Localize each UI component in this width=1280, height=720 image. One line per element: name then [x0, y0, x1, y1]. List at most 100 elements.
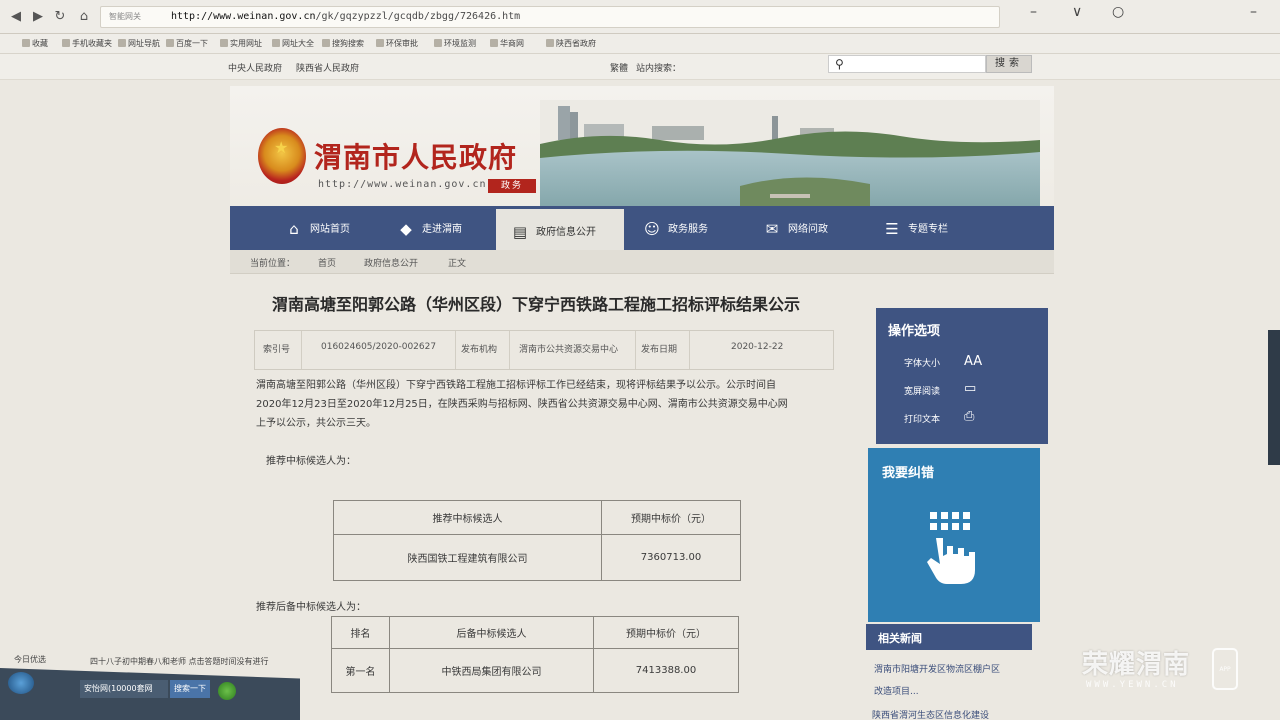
fav-item[interactable]: 陕西省政府	[546, 38, 596, 49]
minimize-icon[interactable]: –	[1030, 4, 1037, 20]
table-header: 排名	[331, 616, 390, 649]
nav-special-topics[interactable]: ☰ 专题专栏	[882, 206, 948, 252]
printer-icon[interactable]: ⎙	[964, 409, 974, 424]
link-shaanxi-gov[interactable]: 陕西省人民政府	[296, 61, 359, 74]
taskbar-item[interactable]: 安怡网(10000套网	[80, 680, 168, 698]
star-icon	[22, 39, 30, 47]
forward-icon[interactable]: ▶	[30, 9, 46, 25]
news-item[interactable]: 改造项目...	[874, 684, 919, 697]
browser-app-icon[interactable]	[218, 682, 236, 700]
chat-icon: ✉	[765, 220, 779, 238]
link-icon	[376, 39, 384, 47]
link-central-gov[interactable]: 中央人民政府	[228, 61, 282, 74]
fav-item[interactable]: 收藏	[22, 38, 48, 49]
operations-title: 操作选项	[888, 324, 941, 339]
favorites-bar: 收藏 手机收藏夹 网址导航 百度一下 实用网址 网址大全 搜狗搜索 环保审批 环…	[0, 34, 1280, 54]
link-icon	[322, 39, 330, 47]
org-label: 发布机构	[461, 345, 498, 355]
watermark-url: WWW.YEWN.CN	[1086, 680, 1179, 690]
fav-item[interactable]: 百度一下	[166, 38, 208, 49]
article-body: 渭南高塘至阳郭公路（华州区段）下穿宁西铁路工程施工招标评标工作已经结束，现将评标…	[256, 376, 836, 433]
nav-home[interactable]: ⌂ 网站首页	[284, 206, 350, 252]
article-meta: 索引号 016024605/2020-002627 发布机构 渭南市公共资源交易…	[254, 330, 834, 370]
link-icon	[166, 39, 174, 47]
breadcrumb-current: 正文	[448, 259, 467, 269]
news-item[interactable]: 陕西省渭河生态区信息化建设	[872, 708, 989, 720]
home-icon: ⌂	[289, 220, 299, 238]
table-header: 预期中标价（元）	[601, 500, 741, 535]
fav-item[interactable]: 环保审批	[376, 38, 418, 49]
fav-item[interactable]: 手机收藏夹	[62, 38, 112, 49]
taskbar-item[interactable]: 搜索一下	[170, 680, 210, 698]
hand-tap-icon[interactable]	[922, 508, 982, 588]
breadcrumb-gov-info[interactable]: 政府信息公开	[364, 256, 418, 269]
breadcrumb: 当前位置： 首页 政府信息公开 正文	[230, 250, 1054, 274]
fav-item[interactable]: 网址大全	[272, 38, 314, 49]
search-input[interactable]: ⚲	[828, 55, 986, 73]
nav-about-weinan[interactable]: ◆ 走进渭南	[396, 206, 462, 252]
error-report-title: 我要纠错	[882, 466, 935, 481]
nav-gov-info[interactable]: ▤ 政府信息公开	[496, 206, 624, 252]
widescreen-option[interactable]: 宽屏阅读	[904, 384, 940, 397]
menu-icon[interactable]: ○	[1112, 4, 1124, 20]
site-title: 渭南市人民政府	[314, 141, 518, 174]
link-icon	[434, 39, 442, 47]
search-icon: ⚲	[835, 57, 844, 71]
nav-online-inquiry[interactable]: ✉ 网络问政	[762, 206, 828, 252]
nav-gov-service[interactable]: ☺ 政务服务	[642, 206, 708, 252]
table-cell: 7413388.00	[593, 648, 739, 693]
table-row: 第一名 中铁西局集团有限公司 7413388.00	[331, 648, 739, 693]
fav-item[interactable]: 环境监测	[434, 38, 476, 49]
window-minimize-icon[interactable]: –	[1250, 4, 1257, 20]
table-header: 推荐中标候选人	[333, 500, 602, 535]
search-button[interactable]: 搜索	[986, 55, 1032, 73]
article-title: 渭南高塘至阳郭公路（华州区段）下穿宁西铁路工程施工招标评标结果公示	[272, 295, 801, 314]
org-value: 渭南市公共资源交易中心	[519, 345, 619, 355]
fav-item[interactable]: 网址导航	[118, 38, 160, 49]
home-browser-icon[interactable]: ⌂	[76, 9, 92, 25]
url-text: http://www.weinan.gov.cn/gk/gqzypzzl/gcq…	[171, 11, 521, 22]
table-cell: 第一名	[331, 648, 390, 693]
news-item[interactable]: 渭南市阳塘开发区物流区棚户区	[874, 662, 1000, 675]
status-left[interactable]: 今日优选	[14, 654, 46, 665]
watermark-app-icon: APP	[1212, 648, 1238, 690]
traditional-chinese-link[interactable]: 繁體	[610, 61, 628, 74]
main-nav: ⌂ 网站首页 ◆ 走进渭南 ▤ 政府信息公开 ☺ 政务服务 ✉ 网络问政 ☰ 专题专栏	[230, 206, 1054, 252]
address-bar[interactable]: 智能网关 http://www.weinan.gov.cn/gk/gqzypzz…	[100, 6, 1000, 28]
body-line: 上予以公示，共公示三天。	[256, 418, 376, 429]
fav-item[interactable]: 华商网	[490, 38, 524, 49]
font-size-option[interactable]: 字体大小	[904, 356, 940, 369]
search-label: 站内搜索：	[636, 64, 682, 74]
table-cell: 7360713.00	[601, 534, 741, 581]
fav-item[interactable]: 实用网址	[220, 38, 262, 49]
print-option[interactable]: 打印文本	[904, 412, 940, 425]
service-icon: ☺	[644, 220, 660, 238]
security-label: 智能网关	[109, 12, 141, 21]
back-icon[interactable]: ◀	[8, 9, 24, 25]
table-cell: 陕西国铁工程建筑有限公司	[333, 534, 602, 581]
index-label: 索引号	[263, 345, 291, 355]
font-size-icon[interactable]: AA	[964, 354, 982, 369]
date-value: 2020-12-22	[731, 342, 784, 352]
browser-statusbar: 今日优选 四十八子初中期春八和老师 点击答题时间没有进行	[0, 652, 300, 666]
index-value: 016024605/2020-002627	[321, 342, 437, 352]
breadcrumb-home[interactable]: 首页	[318, 256, 336, 269]
start-button-icon[interactable]	[8, 672, 34, 694]
expand-icon[interactable]: ∨	[1072, 4, 1082, 20]
map-icon: ◆	[400, 220, 412, 238]
table-row: 陕西国铁工程建筑有限公司 7360713.00	[333, 534, 741, 581]
body-line: 2020年12月23日至2020年12月25日，在陕西采购与招标网、陕西省公共资…	[256, 399, 788, 410]
related-news-title: 相关新闻	[878, 632, 922, 645]
related-news-header: 相关新闻	[866, 624, 1032, 650]
zhengwu-badge: 政务	[488, 179, 536, 193]
site-top-strip: 中央人民政府 陕西省人民政府 繁體 站内搜索：	[0, 54, 1280, 80]
body-line: 渭南高塘至阳郭公路（华州区段）下穿宁西铁路工程施工招标评标工作已经结束，现将评标…	[256, 380, 776, 391]
link-icon	[490, 39, 498, 47]
city-skyline-image	[540, 100, 1040, 216]
date-label: 发布日期	[641, 345, 678, 355]
recommend-label: 推荐中标候选人为：	[266, 456, 356, 467]
monitor-icon[interactable]: ▭	[964, 381, 976, 396]
fav-item[interactable]: 搜狗搜索	[322, 38, 364, 49]
status-mid: 四十八子初中期春八和老师 点击答题时间没有进行	[90, 657, 269, 666]
refresh-icon[interactable]: ↻	[52, 9, 68, 25]
